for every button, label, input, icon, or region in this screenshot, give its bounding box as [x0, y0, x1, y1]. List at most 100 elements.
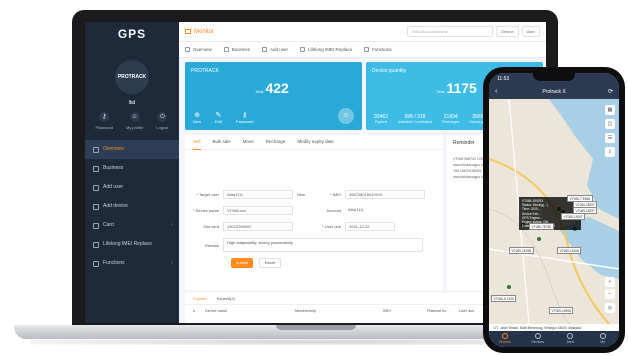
back-icon[interactable]: ‹	[495, 85, 497, 99]
target-user-select[interactable]: Alfa(111)	[223, 190, 293, 199]
sidebar-item-add-device[interactable]: Add device	[85, 197, 179, 216]
business-icon	[223, 47, 229, 52]
chevron-right-icon: ›	[171, 222, 173, 228]
sidebar-item-business[interactable]: Business	[85, 159, 179, 178]
overview-icon	[185, 47, 190, 52]
overview-icon	[93, 146, 99, 153]
tab-expired-2[interactable]: Expired(2)	[217, 293, 235, 305]
reset-button[interactable]: Reset	[259, 258, 281, 268]
user-due-date-input[interactable]: 2021-12-22	[345, 222, 395, 231]
stat-expired[interactable]: 92463 Expired	[374, 114, 388, 124]
sidebar-item-imei-replace[interactable]: Lifelong IMEI Replace	[85, 235, 179, 254]
tab-functions[interactable]: Functions	[364, 47, 392, 52]
zoom-in-icon[interactable]: +	[605, 277, 615, 287]
new-user-link[interactable]: New	[297, 192, 305, 197]
phone-notch	[533, 73, 575, 81]
user-search-button[interactable]: User	[521, 26, 540, 37]
avatar[interactable]: PROTRACK	[115, 60, 149, 94]
stat-recharged[interactable]: 21834 Recharged	[442, 114, 459, 124]
sell-form-panel: Sell Bulk sale Move Recharge Modify expi…	[185, 134, 443, 290]
password-button[interactable]: ⚷ Password	[236, 111, 254, 124]
phone-time: 11:53	[497, 76, 510, 82]
alert-icon	[567, 333, 574, 339]
imei-input[interactable]: 355728018010010	[345, 190, 425, 199]
sidebar-item-functions[interactable]: Functions ›	[85, 254, 179, 273]
form-tabs: Sell Bulk sale Move Recharge Modify expi…	[185, 134, 443, 150]
edit-icon: ✎	[215, 112, 222, 119]
quick-actions: ⚷ Password ☺ My profile ⏻ Logout	[85, 112, 179, 130]
functions-icon	[93, 260, 99, 267]
tab-recharge[interactable]: Recharge	[266, 134, 286, 150]
sim-card-input[interactable]: 13023765002	[223, 222, 293, 231]
device-stats: 92463 Expired 998 / 218 Activated / Inacti…	[374, 114, 486, 124]
quick-profile[interactable]: ☺ My profile	[126, 112, 143, 130]
device-search-button[interactable]: Device	[496, 26, 519, 37]
functions-icon	[364, 47, 370, 52]
tab-business[interactable]: Business	[223, 47, 250, 52]
phone-tab-monitor[interactable]: Monitor	[489, 331, 522, 347]
page-title: Monitor	[185, 29, 214, 35]
layers-icon[interactable]: ▦	[605, 105, 615, 115]
add-device-icon	[93, 203, 99, 210]
zoom-out-icon[interactable]: −	[605, 289, 615, 299]
sidebar: GPS PROTRACK lbd ⚷ Password ☺ My profile ⏻…	[85, 22, 179, 323]
sidebar-item-overview[interactable]: Overview	[85, 140, 179, 159]
vehicle-tag[interactable]: VT065-10908	[549, 307, 574, 314]
tab-imei-replace[interactable]: Lifelong IMEI Replace	[300, 47, 352, 52]
phone-tab-me[interactable]: Me	[587, 331, 620, 347]
tab-sell[interactable]: Sell	[193, 134, 201, 150]
new-button[interactable]: ⊕ New	[193, 111, 201, 124]
vehicle-tag[interactable]: VT065-1E096	[509, 247, 534, 254]
target-user-row: * Target user Alfa(111) New	[196, 190, 306, 199]
download-icon[interactable]: ⇩	[605, 147, 615, 157]
list-icon[interactable]: ☰	[605, 133, 615, 143]
address-bar: 17T, Jalan Teratai, Bukit Beruntung, Sel…	[489, 324, 619, 331]
monitor-icon	[502, 333, 509, 339]
account-value: Alfa(111)	[348, 207, 364, 212]
user-badge-icon: ☺	[338, 108, 354, 124]
phone-tab-devices[interactable]: Devices	[522, 331, 555, 347]
submit-button[interactable]: Submit	[231, 258, 253, 268]
monitor-icon	[185, 29, 191, 34]
edit-button[interactable]: ✎ Edit	[215, 111, 222, 124]
locate-icon[interactable]: ◎	[605, 303, 615, 313]
remark-row: Remark High adaptability, strong practic…	[189, 238, 423, 252]
chevron-right-icon: ›	[171, 260, 173, 266]
quick-logout[interactable]: ⏻ Logout	[156, 112, 169, 130]
phone-tab-alert[interactable]: Alert	[554, 331, 587, 347]
tab-overview[interactable]: Overview	[185, 47, 212, 52]
tab-bulk-sale[interactable]: Bulk sale	[213, 134, 231, 150]
devices-icon	[534, 333, 541, 339]
map-view[interactable]: VT065-190293 Status: Moving(...) Time: 2…	[489, 98, 619, 328]
traffic-icon[interactable]: ◫	[605, 119, 615, 129]
tab-add-user[interactable]: Add user	[262, 47, 288, 52]
tab-move[interactable]: Move	[243, 134, 254, 150]
tab-expired[interactable]: Expired	[193, 293, 207, 305]
account-row: Account Alfa(111)	[311, 206, 425, 215]
device-total: Total 1175	[436, 80, 477, 96]
remark-textarea[interactable]: High adaptability, strong practicability	[223, 238, 423, 252]
replace-icon	[300, 47, 306, 52]
tab-bar: Overview Business Add user Lifelong IMEI…	[179, 42, 546, 58]
total-count: Total 422	[255, 80, 289, 96]
stat-activated[interactable]: 998 / 218 Activated / Inactivated	[398, 114, 432, 124]
refresh-icon[interactable]: ⟳	[608, 85, 613, 99]
me-icon	[599, 333, 606, 339]
search-input[interactable]: IMEI/Account/Name	[407, 26, 494, 37]
vehicle-tag[interactable]: VT065-15297	[561, 213, 586, 220]
sidebar-item-card[interactable]: Card ›	[85, 216, 179, 235]
vehicle-tag[interactable]: VT065-6 1330	[491, 295, 517, 302]
user-due-row: * User due 2021-12-22	[311, 222, 395, 231]
card-actions: ⊕ New ✎ Edit ⚷ Password	[193, 111, 253, 124]
topbar: Monitor IMEI/Account/Name Device User	[179, 22, 546, 42]
user-icon: ☺	[129, 112, 140, 122]
tab-modify-expiry[interactable]: Modify expiry date	[297, 134, 334, 150]
sim-row: Sim card 13023765002	[189, 222, 293, 231]
phone-nav-bar: ‹ Protrack X ⟳	[489, 85, 619, 99]
vehicle-tag[interactable]: VT065-7E780	[529, 223, 554, 230]
device-name-input[interactable]: VT065-xxx	[223, 206, 293, 215]
vehicle-tag[interactable]: VT065-15108	[557, 247, 582, 254]
sidebar-item-add-user[interactable]: Add user	[85, 178, 179, 197]
protrack-card: PROTRACK Total 422 ⊕ New ✎ Edit ⚷ Password ☺	[185, 62, 362, 130]
quick-password[interactable]: ⚷ Password	[95, 112, 113, 130]
